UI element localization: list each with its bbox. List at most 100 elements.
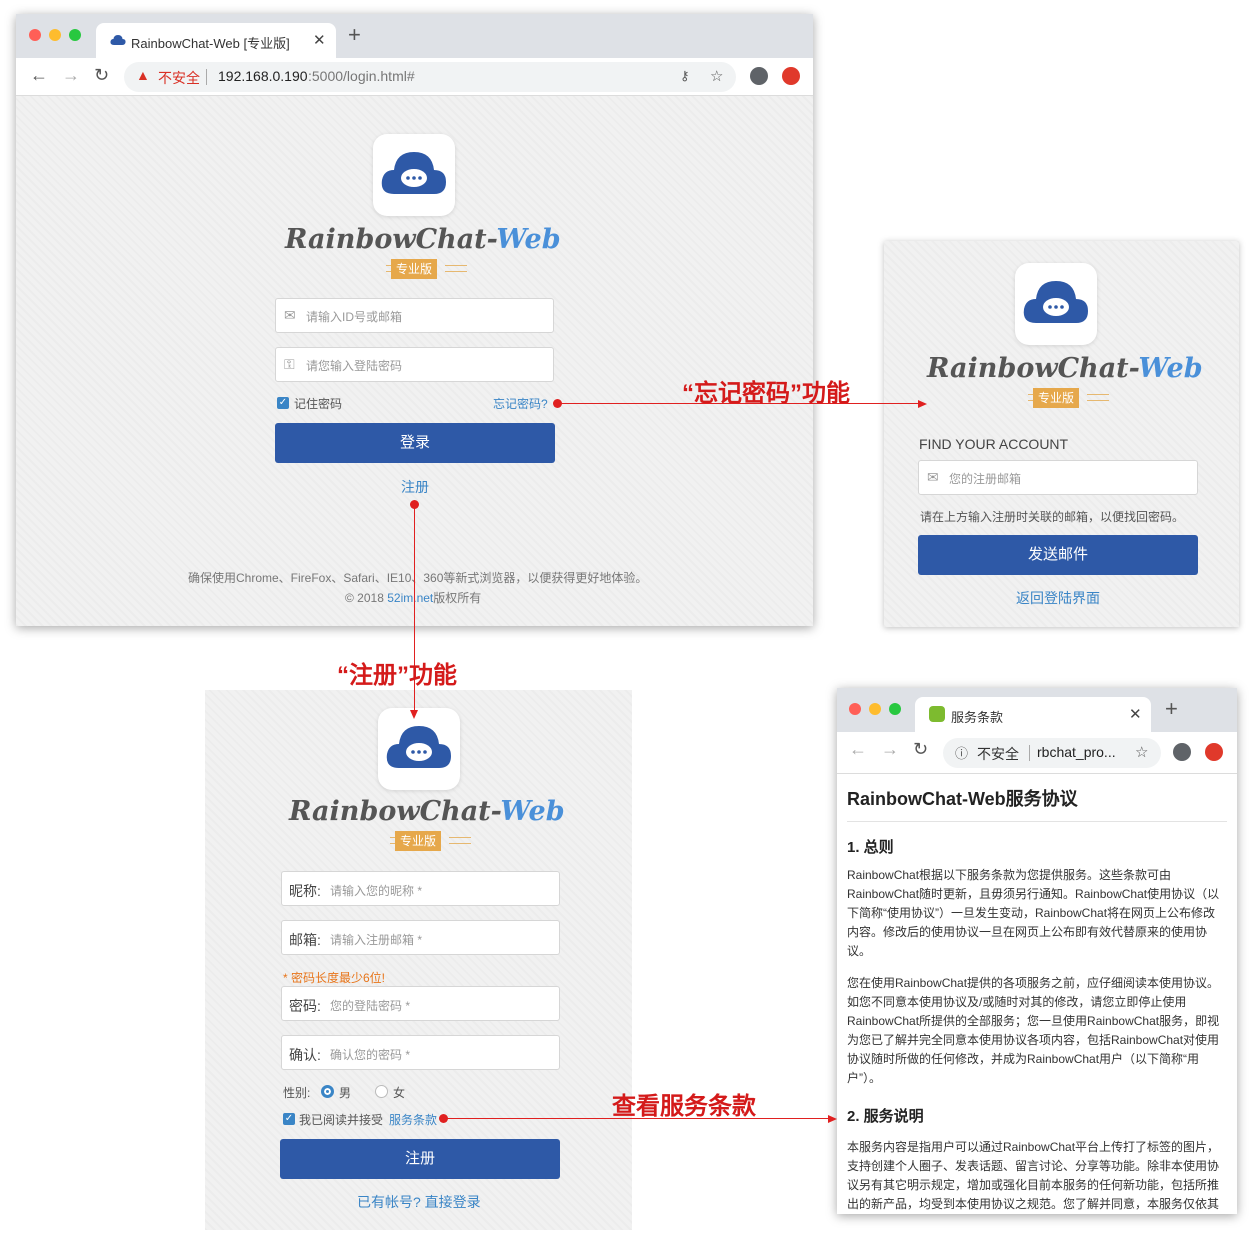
close-window-icon[interactable] [29, 29, 41, 41]
app-logo [378, 708, 460, 790]
info-icon: ⓘ [955, 746, 969, 761]
id-input[interactable]: ✉ 请输入ID号或邮箱 [275, 298, 554, 333]
security-warning: 不安全 [977, 746, 1019, 762]
section1-paragraph1: RainbowChat根据以下服务条款为您提供服务。这些条款可由RainbowC… [847, 868, 1220, 958]
tab-terms[interactable]: 服务条款 ✕ [915, 697, 1151, 732]
recovery-hint: 请在上方输入注册时关联的邮箱，以便找回密码。 [920, 510, 1185, 524]
email-field[interactable]: 邮箱: 请输入注册邮箱 * [281, 920, 560, 955]
star-icon[interactable]: ☆ [1135, 743, 1148, 761]
browser-toolbar: ← → ↻ ⓘ 不安全 rbchat_pro... ☆ [837, 732, 1237, 774]
section1-title: 1. 总则 [847, 839, 894, 856]
app-logo [1015, 263, 1097, 345]
tab-bar: RainbowChat-Web [专业版] ✕ + [16, 14, 813, 58]
ribbon-decoration-right [449, 837, 471, 844]
password-input[interactable]: ⚿ 请您输入登陆密码 [275, 347, 554, 382]
recovery-email-input[interactable]: ✉ 您的注册邮箱 [918, 460, 1198, 495]
url-host: 192.168.0.190 [218, 68, 308, 84]
edition-badge: 专业版 [1033, 388, 1079, 408]
find-account-panel: RainbowChat-Web 专业版 FIND YOUR ACCOUNT ✉ … [884, 241, 1239, 627]
reload-icon[interactable]: ↻ [913, 739, 928, 760]
security-warning: 不安全 [158, 70, 200, 86]
agree-checkbox[interactable]: ✓ [283, 1113, 295, 1125]
brand-logo-text: RainbowChat-Web [289, 796, 565, 827]
password-label: 密码: [289, 998, 321, 1014]
gender-female-radio[interactable] [375, 1085, 388, 1098]
app-favicon-icon [929, 706, 945, 722]
forward-icon[interactable]: → [62, 65, 80, 86]
terms-content: RainbowChat-Web服务协议 1. 总则 RainbowChat根据以… [837, 774, 1237, 1214]
profile-icon[interactable] [1173, 743, 1191, 761]
gender-label: 性别: [283, 1086, 311, 1100]
ribbon-decoration-right [445, 265, 467, 272]
gender-male-radio[interactable] [321, 1085, 334, 1098]
gender-male-label: 男 [339, 1086, 352, 1100]
email-placeholder: 您的注册邮箱 [949, 472, 1022, 486]
address-bar[interactable]: ▲ 不安全 192.168.0.190 :5000/login.html# ⚷ … [124, 62, 736, 92]
close-window-icon[interactable] [849, 703, 861, 715]
cloud-chat-icon [381, 152, 446, 194]
site-link[interactable]: 52im.net [387, 591, 433, 605]
gender-female-label: 女 [393, 1086, 406, 1100]
tab-close-icon[interactable]: ✕ [313, 31, 326, 49]
back-to-login-link[interactable]: 返回登陆界面 [1016, 588, 1100, 608]
brand-logo-text: RainbowChat-Web [285, 224, 561, 255]
reload-icon[interactable]: ↻ [94, 65, 109, 86]
remember-label: 记住密码 [294, 397, 343, 411]
confirm-placeholder: 确认您的密码 * [330, 1048, 411, 1062]
maximize-window-icon[interactable] [69, 29, 81, 41]
minimize-window-icon[interactable] [869, 703, 881, 715]
login-button[interactable]: 登录 [275, 423, 555, 463]
register-link[interactable]: 注册 [401, 477, 429, 497]
star-icon[interactable]: ☆ [710, 67, 723, 85]
envelope-icon: ✉ [284, 307, 296, 323]
maximize-window-icon[interactable] [889, 703, 901, 715]
password-placeholder: 您的登陆密码 * [330, 999, 411, 1013]
tab-bar: 服务条款 ✕ + [837, 688, 1237, 732]
go-login-link[interactable]: 已有帐号? 直接登录 [357, 1192, 481, 1212]
remember-checkbox[interactable]: ✓ [277, 397, 289, 409]
address-divider [206, 69, 207, 85]
tab-login[interactable]: RainbowChat-Web [专业版] ✕ [96, 23, 336, 58]
email-label: 邮箱: [289, 932, 321, 948]
forward-icon[interactable]: → [881, 739, 899, 760]
terms-arrow-head [828, 1115, 837, 1123]
url-text: rbchat_pro... [1037, 744, 1116, 760]
cloud-favicon-icon [110, 35, 126, 45]
tab-title: RainbowChat-Web [专业版] [131, 36, 290, 51]
email-placeholder: 请输入注册邮箱 * [330, 933, 423, 947]
browser-toolbar: ← → ↻ ▲ 不安全 192.168.0.190 :5000/login.ht… [16, 58, 813, 96]
new-tab-icon[interactable]: + [348, 22, 361, 48]
cloud-chat-icon [386, 726, 451, 768]
forgot-arrow-head [918, 400, 927, 408]
nickname-input[interactable]: 昵称: 请输入您的昵称 * [281, 871, 560, 906]
section2-paragraph1: 本服务内容是指用户可以通过RainbowChat平台上传打了标签的图片，支持创建… [847, 1140, 1220, 1211]
new-tab-icon[interactable]: + [1165, 696, 1178, 722]
extension-icon[interactable] [1205, 743, 1223, 761]
password-placeholder: 请您输入登陆密码 [306, 359, 403, 373]
key-icon[interactable]: ⚷ [680, 68, 690, 84]
address-bar[interactable]: ⓘ 不安全 rbchat_pro... ☆ [943, 738, 1161, 768]
tab-close-icon[interactable]: ✕ [1129, 705, 1142, 723]
send-email-button[interactable]: 发送邮件 [918, 535, 1198, 575]
confirm-password-field[interactable]: 确认: 确认您的密码 * [281, 1035, 560, 1070]
profile-icon[interactable] [750, 67, 768, 85]
forgot-annotation: “忘记密码”功能 [682, 380, 850, 407]
section1-paragraph2: 您在使用RainbowChat提供的各项服务之前，应仔细阅读本使用协议。如您不同… [847, 976, 1220, 1085]
envelope-icon: ✉ [927, 469, 939, 485]
register-button[interactable]: 注册 [280, 1139, 560, 1179]
terms-link[interactable]: 服务条款 [389, 1111, 437, 1128]
edition-badge: 专业版 [395, 831, 441, 851]
minimize-window-icon[interactable] [49, 29, 61, 41]
back-icon[interactable]: ← [30, 65, 48, 86]
password-field[interactable]: 密码: 您的登陆密码 * [281, 986, 560, 1021]
extension-icon[interactable] [782, 67, 800, 85]
ribbon-decoration-right [1087, 394, 1109, 401]
terms-browser-window: 服务条款 ✕ + ← → ↻ ⓘ 不安全 rbchat_pro... ☆ Rai… [837, 688, 1237, 1214]
agree-label: 我已阅读并接受 [299, 1113, 384, 1127]
tab-title: 服务条款 [951, 710, 1004, 725]
url-path: :5000/login.html# [308, 68, 415, 84]
forgot-password-link[interactable]: 忘记密码? [493, 395, 548, 412]
back-icon[interactable]: ← [849, 739, 867, 760]
find-account-heading: FIND YOUR ACCOUNT [919, 436, 1069, 452]
register-panel: RainbowChat-Web 专业版 昵称: 请输入您的昵称 * 邮箱: 请输… [205, 690, 632, 1230]
